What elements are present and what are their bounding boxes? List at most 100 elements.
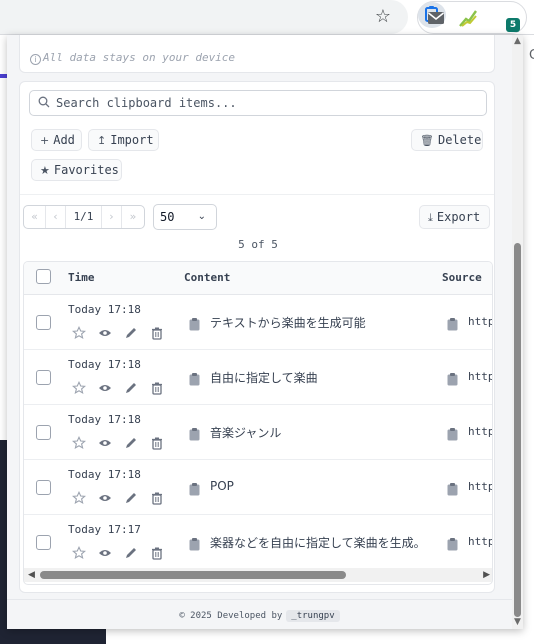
page-indicator: 1/1 — [66, 206, 102, 228]
content-clipboard-icon — [189, 371, 200, 386]
select-all-checkbox[interactable] — [36, 269, 51, 284]
table-row[interactable]: Today 17:18 テキストから楽曲を生成可能 http — [24, 295, 492, 350]
delete-button[interactable]: 🗑 Delete — [411, 129, 483, 151]
footer-text: © 2025 Developed by — [179, 611, 283, 621]
favorite-star-icon[interactable] — [71, 325, 87, 340]
table-row[interactable]: Today 17:17 楽器などを自由に指定して楽曲を生成。 http — [24, 515, 492, 570]
row-checkbox[interactable] — [36, 535, 51, 550]
row-content[interactable]: 音楽ジャンル — [210, 424, 281, 441]
content-clipboard-icon — [189, 426, 200, 441]
view-eye-icon[interactable] — [98, 435, 112, 449]
favorites-button[interactable]: ★ Favorites — [31, 159, 122, 181]
scroll-down-icon[interactable]: ▼ — [513, 618, 522, 627]
horizontal-scrollbar[interactable]: ◀ ▶ — [24, 568, 492, 582]
footer: © 2025 Developed by _trungpv — [7, 610, 512, 622]
row-actions — [68, 380, 178, 395]
row-content[interactable]: 楽器などを自由に指定して楽曲を生成。 — [210, 534, 426, 551]
download-icon: ⤓ — [428, 211, 433, 224]
table-row[interactable]: Today 17:18 POP http — [24, 460, 492, 515]
edit-pencil-icon[interactable] — [124, 545, 138, 559]
address-bar[interactable] — [0, 0, 408, 34]
row-source[interactable]: http — [468, 425, 492, 438]
source-clipboard-icon — [447, 536, 458, 551]
header-source[interactable]: Source — [442, 271, 482, 284]
header-content[interactable]: Content — [184, 271, 230, 284]
privacy-text: All data stays on your device — [43, 51, 236, 64]
row-source[interactable]: http — [468, 315, 492, 328]
header-time[interactable]: Time — [68, 271, 95, 284]
vertical-scrollbar[interactable]: ▲ ▼ — [512, 35, 523, 629]
chart-icon[interactable] — [456, 7, 480, 29]
delete-trash-icon[interactable] — [150, 490, 164, 505]
chevron-down-icon: ⌄ — [197, 211, 206, 222]
page-behind-accent — [0, 74, 7, 78]
search-icon — [38, 96, 50, 108]
row-time: Today 17:18 — [68, 358, 141, 371]
scroll-up-icon[interactable]: ▲ — [513, 37, 522, 46]
delete-trash-icon[interactable] — [150, 380, 164, 395]
prev-page-button[interactable]: ‹ — [46, 206, 66, 228]
delete-trash-icon[interactable] — [150, 545, 164, 560]
favorite-star-icon[interactable] — [71, 380, 87, 395]
export-button[interactable]: ⤓ Export — [419, 205, 490, 229]
row-checkbox[interactable] — [36, 315, 51, 330]
edit-pencil-icon[interactable] — [124, 380, 138, 394]
footer-divider — [7, 599, 512, 600]
page-edge-text: C — [529, 48, 534, 63]
source-clipboard-icon — [447, 316, 458, 331]
content-clipboard-icon — [189, 316, 200, 331]
browser-toolbar: ☆ 5 C — [0, 0, 534, 63]
row-time: Today 17:18 — [68, 303, 141, 316]
row-checkbox[interactable] — [36, 370, 51, 385]
mail-icon[interactable] — [424, 7, 448, 29]
row-content[interactable]: テキストから楽曲を生成可能 — [210, 314, 366, 331]
add-button[interactable]: + Add — [31, 129, 82, 151]
content-clipboard-icon — [189, 536, 200, 551]
extension-popup: iAll data stays on your device +Add ↥Imp… — [7, 35, 523, 629]
row-content[interactable]: POP — [210, 479, 234, 493]
scroll-left-icon[interactable]: ◀ — [28, 570, 35, 580]
upload-icon: ↥ — [97, 134, 107, 147]
view-eye-icon[interactable] — [98, 325, 112, 339]
favorite-star-icon[interactable] — [71, 435, 87, 450]
privacy-text-row: i All data stays on your device — [30, 51, 235, 65]
author-link[interactable]: _trungpv — [286, 610, 340, 622]
clipboard-panel: +Add ↥Import 🗑Delete ★Favorites « ‹ 1/1 … — [19, 81, 495, 593]
view-eye-icon[interactable] — [98, 380, 112, 394]
row-checkbox[interactable] — [36, 425, 51, 440]
clipboard-table: Time Content Source Today 17:18 テキストから楽曲を… — [23, 261, 493, 585]
search-input[interactable] — [56, 93, 476, 113]
view-eye-icon[interactable] — [98, 545, 112, 559]
row-source[interactable]: http — [468, 535, 492, 548]
edit-pencil-icon[interactable] — [124, 325, 138, 339]
scroll-right-icon[interactable]: ▶ — [483, 570, 490, 580]
per-page-select[interactable]: 50 ⌄ — [153, 204, 217, 230]
next-page-button[interactable]: › — [102, 206, 122, 228]
source-clipboard-icon — [447, 371, 458, 386]
pagination: « ‹ 1/1 › » — [23, 205, 145, 229]
favorite-star-icon[interactable] — [71, 490, 87, 505]
section-divider — [20, 194, 494, 195]
view-eye-icon[interactable] — [98, 490, 112, 504]
first-page-button[interactable]: « — [24, 206, 46, 228]
table-row[interactable]: Today 17:18 自由に指定して楽曲 http — [24, 350, 492, 405]
favorite-star-icon[interactable] — [71, 545, 87, 560]
row-source[interactable]: http — [468, 370, 492, 383]
edit-pencil-icon[interactable] — [124, 435, 138, 449]
delete-trash-icon[interactable] — [150, 325, 164, 340]
row-content[interactable]: 自由に指定して楽曲 — [210, 369, 318, 386]
last-page-button[interactable]: » — [122, 206, 144, 228]
import-button[interactable]: ↥ Import — [88, 129, 159, 151]
import-label: Import — [110, 133, 154, 147]
vertical-scroll-thumb[interactable] — [514, 243, 521, 617]
row-time: Today 17:18 — [68, 413, 141, 426]
table-row[interactable]: Today 17:18 音楽ジャンル http — [24, 405, 492, 460]
bookmark-star-icon[interactable]: ☆ — [372, 6, 394, 28]
row-source[interactable]: http — [468, 480, 492, 493]
delete-trash-icon[interactable] — [150, 435, 164, 450]
row-checkbox[interactable] — [36, 480, 51, 495]
edit-pencil-icon[interactable] — [124, 490, 138, 504]
horizontal-scroll-thumb[interactable] — [40, 571, 346, 579]
source-clipboard-icon — [447, 481, 458, 496]
page-behind-dark — [0, 440, 7, 644]
